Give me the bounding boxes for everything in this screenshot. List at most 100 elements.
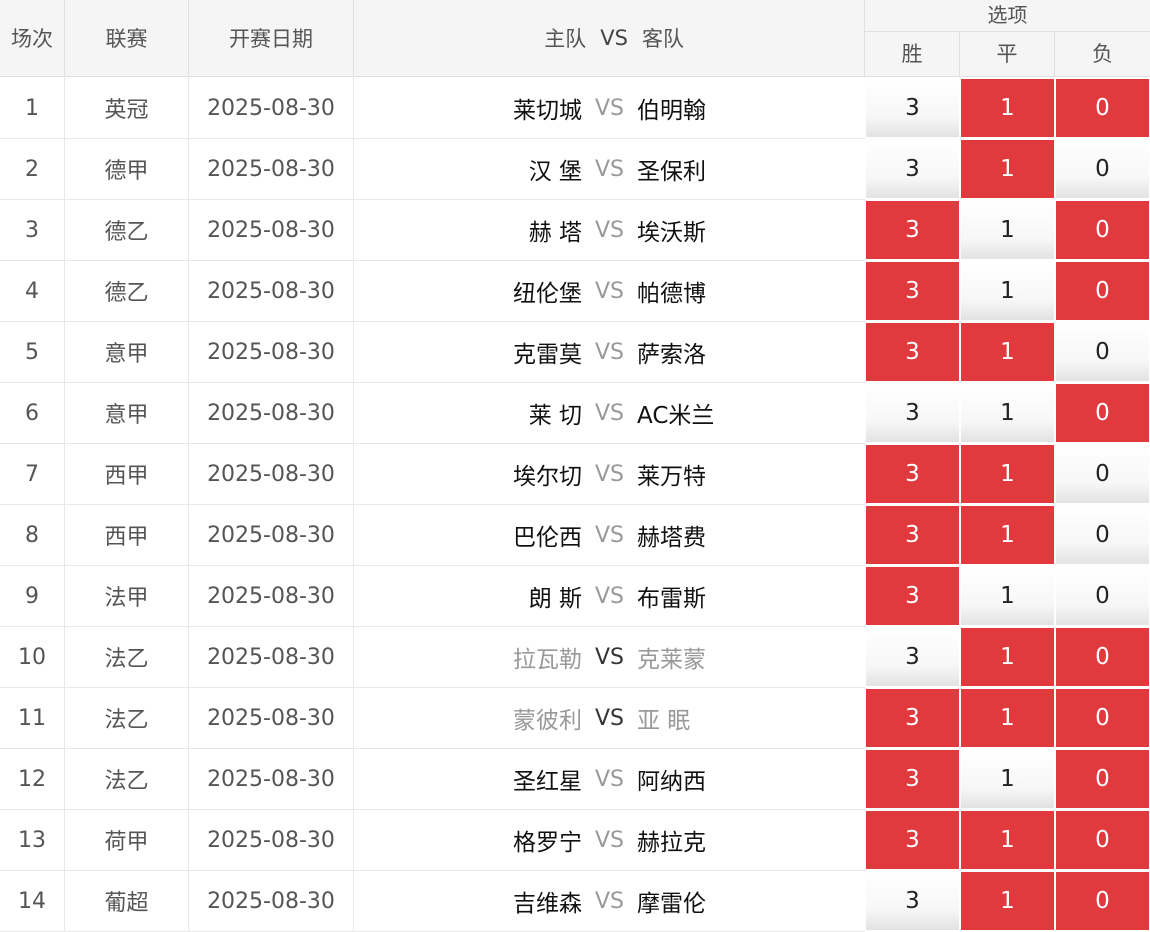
option-win-button[interactable]: 3: [866, 689, 959, 747]
match-teams: 蒙彼利 VS 亚 眠: [354, 688, 865, 749]
option-lose-button[interactable]: 0: [1056, 445, 1149, 503]
option-draw-button[interactable]: 1: [961, 811, 1054, 869]
header-no: 场次: [0, 0, 65, 77]
option-draw-button[interactable]: 1: [961, 689, 1054, 747]
table-row: 8 西甲 2025-08-30 巴伦西 VS 赫塔费 3 1 0: [0, 505, 1150, 566]
option-lose-button[interactable]: 0: [1056, 689, 1149, 747]
match-date: 2025-08-30: [189, 78, 354, 139]
match-table: 场次 联赛 开赛日期 主队 VS 客队 选项 胜 平 负 1 英冠 2025-08-…: [0, 0, 1150, 932]
option-draw-button[interactable]: 1: [961, 323, 1054, 381]
away-team: 摩雷伦: [637, 891, 706, 917]
match-teams: 莱 切 VS AC米兰: [354, 383, 865, 444]
option-draw-button[interactable]: 1: [961, 262, 1054, 320]
match-teams: 拉瓦勒 VS 克莱蒙: [354, 627, 865, 688]
league-name: 德乙: [65, 261, 189, 322]
option-win-button[interactable]: 3: [866, 750, 959, 808]
option-draw-button[interactable]: 1: [961, 872, 1054, 930]
option-win-button[interactable]: 3: [866, 79, 959, 137]
vs-label: VS: [595, 339, 625, 365]
vs-label: VS: [595, 95, 625, 121]
option-win-button[interactable]: 3: [866, 445, 959, 503]
vs-label: VS: [595, 522, 625, 548]
option-win-button[interactable]: 3: [866, 628, 959, 686]
option-lose-button[interactable]: 0: [1056, 79, 1149, 137]
match-number: 6: [0, 383, 65, 444]
vs-label: VS: [595, 705, 625, 731]
league-name: 意甲: [65, 383, 189, 444]
option-lose-button[interactable]: 0: [1056, 384, 1149, 442]
away-team: 埃沃斯: [637, 220, 706, 246]
away-team: 克莱蒙: [637, 647, 706, 673]
match-number: 1: [0, 78, 65, 139]
header-match: 主队 VS 客队: [354, 0, 865, 77]
league-name: 法甲: [65, 566, 189, 627]
vs-label: VS: [595, 156, 625, 182]
option-win-button[interactable]: 3: [866, 140, 959, 198]
option-lose-button[interactable]: 0: [1056, 567, 1149, 625]
away-team: 布雷斯: [637, 586, 706, 612]
option-lose-button[interactable]: 0: [1056, 872, 1149, 930]
option-lose-button[interactable]: 0: [1056, 628, 1149, 686]
home-team: 莱 切: [528, 403, 582, 429]
option-win-button[interactable]: 3: [866, 506, 959, 564]
league-name: 西甲: [65, 505, 189, 566]
league-name: 意甲: [65, 322, 189, 383]
vs-label: VS: [595, 461, 625, 487]
away-team: 阿纳西: [637, 769, 706, 795]
table-row: 9 法甲 2025-08-30 朗 斯 VS 布雷斯 3 1 0: [0, 566, 1150, 627]
table-row: 13 荷甲 2025-08-30 格罗宁 VS 赫拉克 3 1 0: [0, 810, 1150, 871]
option-draw-button[interactable]: 1: [961, 628, 1054, 686]
option-lose-button[interactable]: 0: [1056, 811, 1149, 869]
home-team: 汉 堡: [528, 159, 582, 185]
match-teams: 朗 斯 VS 布雷斯: [354, 566, 865, 627]
option-draw-button[interactable]: 1: [961, 506, 1054, 564]
header-date: 开赛日期: [189, 0, 354, 77]
option-win-button[interactable]: 3: [866, 262, 959, 320]
option-lose-button[interactable]: 0: [1056, 506, 1149, 564]
option-lose-button[interactable]: 0: [1056, 750, 1149, 808]
table-row: 11 法乙 2025-08-30 蒙彼利 VS 亚 眠 310: [0, 688, 1150, 749]
option-draw-button[interactable]: 1: [961, 140, 1054, 198]
home-team: 蒙彼利: [513, 708, 582, 734]
option-win-button[interactable]: 3: [866, 811, 959, 869]
match-date: 2025-08-30: [189, 688, 354, 749]
option-draw-button[interactable]: 1: [961, 750, 1054, 808]
match-date: 2025-08-30: [189, 749, 354, 810]
home-team: 格罗宁: [513, 830, 582, 856]
option-lose-button[interactable]: 0: [1056, 140, 1149, 198]
option-lose-button[interactable]: 0: [1056, 201, 1149, 259]
league-name: 英冠: [65, 78, 189, 139]
away-team: AC米兰: [637, 403, 715, 429]
table-row: 3 德乙 2025-08-30 赫 塔 VS 埃沃斯 3 1 0: [0, 200, 1150, 261]
away-team: 帕德博: [637, 281, 706, 307]
option-draw-button[interactable]: 1: [961, 201, 1054, 259]
option-draw-button[interactable]: 1: [961, 567, 1054, 625]
option-draw-button[interactable]: 1: [961, 384, 1054, 442]
option-win-button[interactable]: 3: [866, 567, 959, 625]
option-lose-button[interactable]: 0: [1056, 262, 1149, 320]
table-row: 12 法乙 2025-08-30 圣红星 VS 阿纳西 3 1 0: [0, 749, 1150, 810]
option-win-button[interactable]: 3: [866, 872, 959, 930]
match-teams: 巴伦西 VS 赫塔费: [354, 505, 865, 566]
option-win-button[interactable]: 3: [866, 323, 959, 381]
match-number: 4: [0, 261, 65, 322]
home-team: 拉瓦勒: [513, 647, 582, 673]
away-team: 萨索洛: [637, 342, 706, 368]
match-date: 2025-08-30: [189, 627, 354, 688]
option-lose-button[interactable]: 0: [1056, 323, 1149, 381]
league-name: 德甲: [65, 139, 189, 200]
match-number: 8: [0, 505, 65, 566]
option-draw-button[interactable]: 1: [961, 79, 1054, 137]
option-win-button[interactable]: 3: [866, 384, 959, 442]
vs-label: VS: [595, 278, 625, 304]
league-name: 葡超: [65, 871, 189, 932]
match-teams: 赫 塔 VS 埃沃斯: [354, 200, 865, 261]
match-date: 2025-08-30: [189, 139, 354, 200]
vs-label: VS: [595, 583, 625, 609]
match-number: 3: [0, 200, 65, 261]
home-team: 莱切城: [513, 98, 582, 124]
option-win-button[interactable]: 3: [866, 201, 959, 259]
home-team: 赫 塔: [528, 220, 582, 246]
match-number: 10: [0, 627, 65, 688]
option-draw-button[interactable]: 1: [961, 445, 1054, 503]
